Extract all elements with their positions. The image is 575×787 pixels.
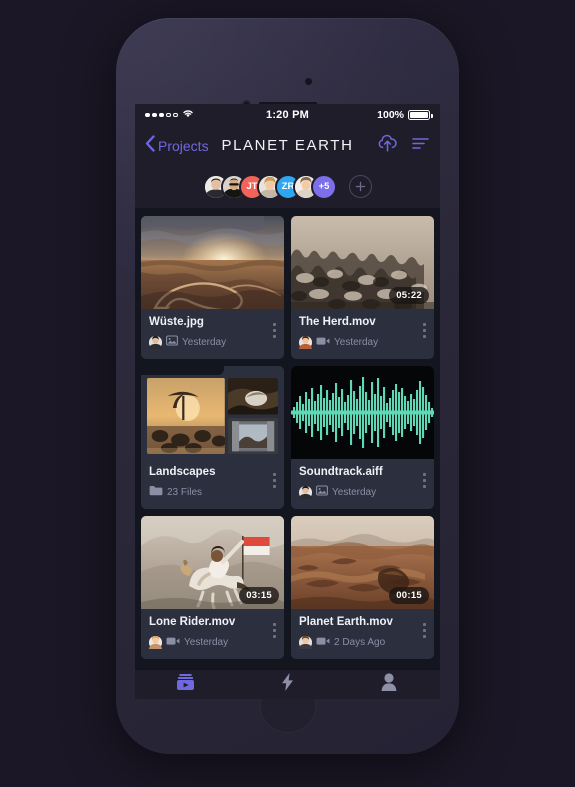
owner-avatar	[149, 335, 162, 349]
audio-waveform-graphic	[291, 377, 434, 448]
file-meta: 23 Files	[149, 483, 276, 501]
thumbnail-photo-collage	[141, 366, 284, 459]
phone-frame: 1:20 PM 100% Projects PLANET EARTH JT ZR…	[116, 18, 459, 754]
file-name: The Herd.mov	[299, 316, 376, 328]
collage-image-main	[147, 378, 225, 454]
file-card-footer: Soundtrack.aiff Yesterday	[291, 459, 434, 509]
file-meta: Yesterday	[149, 333, 276, 351]
sort-lines-icon[interactable]	[411, 136, 430, 156]
file-name: Landscapes	[149, 466, 216, 478]
kebab-menu-icon[interactable]	[271, 621, 278, 640]
file-card-footer: Wüste.jpg Yesterday	[141, 309, 284, 359]
avatar-overflow-label: +5	[318, 181, 330, 192]
kebab-menu-icon[interactable]	[421, 321, 428, 340]
person-icon	[381, 673, 397, 696]
plus-icon	[355, 181, 366, 192]
avatar-overflow[interactable]: +5	[311, 173, 337, 200]
image-icon	[316, 483, 328, 501]
duration-badge: 00:15	[389, 587, 429, 604]
file-card-footer: The Herd.mov Yesterday	[291, 309, 434, 359]
tab-notifications-label: Notifications	[264, 698, 310, 699]
file-count: 23 Files	[167, 486, 203, 498]
duration-badge: 05:22	[389, 287, 429, 304]
lightning-bolt-icon	[281, 673, 294, 696]
video-camera-icon	[316, 633, 330, 651]
cloud-upload-icon[interactable]	[377, 134, 398, 158]
file-name: Planet Earth.mov	[299, 616, 393, 628]
file-card-the-herd[interactable]: 05:22 The Herd.mov Yesterday	[291, 216, 434, 359]
tab-projects[interactable]: Projects	[135, 670, 237, 699]
file-meta: Yesterday	[299, 483, 426, 501]
tab-projects-label: Projects	[170, 698, 201, 699]
proximity-sensor	[305, 78, 312, 85]
battery-full-icon	[408, 110, 433, 120]
avatar-stack: JT ZR +5	[203, 173, 337, 200]
phone-screen: 1:20 PM 100% Projects PLANET EARTH JT ZR…	[135, 104, 440, 699]
kebab-menu-icon[interactable]	[271, 471, 278, 490]
thumbnail-red-rock-desert: 00:15	[291, 516, 434, 609]
file-grid: Wüste.jpg Yesterday 05:22 The Herd.mov Y…	[135, 209, 440, 669]
nav-actions	[377, 134, 430, 158]
battery-percent-label: 100%	[377, 109, 404, 121]
file-card-wueste[interactable]: Wüste.jpg Yesterday	[141, 216, 284, 359]
folder-icon	[149, 483, 163, 501]
kebab-menu-icon[interactable]	[271, 321, 278, 340]
image-icon	[166, 333, 178, 351]
thumbnail-desert-sunset-road	[141, 216, 284, 309]
duration-badge: 03:15	[239, 587, 279, 604]
file-date: Yesterday	[184, 636, 229, 648]
file-date: 2 Days Ago	[334, 636, 386, 648]
file-meta: 2 Days Ago	[299, 633, 426, 651]
folder-tab-notch	[141, 366, 224, 375]
file-name: Wüste.jpg	[149, 316, 204, 328]
collage-image-bottom	[227, 417, 278, 454]
owner-avatar	[149, 635, 162, 649]
file-date: Yesterday	[332, 486, 377, 498]
video-camera-icon	[166, 633, 180, 651]
owner-avatar	[299, 485, 312, 499]
owner-avatar	[299, 335, 312, 349]
file-card-landscapes[interactable]: Landscapes 23 Files	[141, 366, 284, 509]
add-collaborator-button[interactable]	[349, 175, 372, 198]
tab-profile-label: Profile	[377, 698, 401, 699]
file-card-footer: Landscapes 23 Files	[141, 459, 284, 509]
thumbnail-animal-herd-sepia: 05:22	[291, 216, 434, 309]
thumbnail-horse-rider-flag: 03:15	[141, 516, 284, 609]
file-date: Yesterday	[182, 336, 227, 348]
chevron-left-icon	[145, 134, 155, 157]
projects-stack-icon	[176, 673, 195, 696]
file-meta: Yesterday	[299, 333, 426, 351]
back-button-label: Projects	[158, 137, 209, 154]
navigation-bar: Projects PLANET EARTH	[135, 126, 440, 165]
video-camera-icon	[316, 333, 330, 351]
collage	[147, 378, 278, 454]
file-card-footer: Planet Earth.mov 2 Days Ago	[291, 609, 434, 659]
kebab-menu-icon[interactable]	[421, 471, 428, 490]
back-button[interactable]: Projects	[145, 134, 209, 157]
file-card-soundtrack[interactable]: Soundtrack.aiff Yesterday	[291, 366, 434, 509]
collage-column	[227, 378, 278, 454]
file-date: Yesterday	[334, 336, 379, 348]
file-meta: Yesterday	[149, 633, 276, 651]
bottom-tab-bar: Projects Notifications Profile	[135, 669, 440, 699]
file-name: Soundtrack.aiff	[299, 466, 383, 478]
file-name: Lone Rider.mov	[149, 616, 236, 628]
collage-image-top	[227, 378, 278, 415]
file-card-lone-rider[interactable]: 03:15 Lone Rider.mov Yesterday	[141, 516, 284, 659]
tab-profile[interactable]: Profile	[338, 670, 440, 699]
file-card-footer: Lone Rider.mov Yesterday	[141, 609, 284, 659]
thumbnail-audio-waveform	[291, 366, 434, 459]
kebab-menu-icon[interactable]	[421, 621, 428, 640]
tab-notifications[interactable]: Notifications	[237, 670, 339, 699]
avatar-jt-label: JT	[246, 181, 258, 192]
status-bar-right: 100%	[377, 109, 433, 121]
file-card-planet-earth[interactable]: 00:15 Planet Earth.mov 2 Days Ago	[291, 516, 434, 659]
owner-avatar	[299, 635, 312, 649]
collaborators-bar: JT ZR +5	[135, 165, 440, 209]
status-bar: 1:20 PM 100%	[135, 104, 440, 126]
